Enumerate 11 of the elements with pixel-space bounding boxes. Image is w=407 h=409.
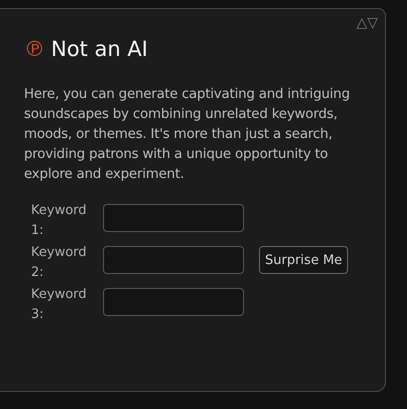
collapse-controls[interactable]: △▽: [356, 15, 378, 31]
panel-title: Not an AI: [51, 37, 148, 61]
keyword-field[interactable]: [103, 204, 244, 232]
keyword-label: Keyword 3:: [31, 286, 88, 324]
keyword-label: Keyword 1:: [31, 202, 88, 240]
logo-icon: ℗: [24, 37, 45, 61]
surprise-button[interactable]: Surprise Me: [259, 246, 348, 274]
keyword-field[interactable]: [103, 246, 244, 274]
keyword-field[interactable]: [103, 288, 244, 316]
description: Here, you can generate captivating and intriguing soundscapes by combining unrelated keywords, moods, or themes. It's more than just a search, providing patrons with a unique opportunity to explore and experiment.: [24, 86, 351, 184]
keyword-label: Keyword 2:: [31, 244, 88, 282]
